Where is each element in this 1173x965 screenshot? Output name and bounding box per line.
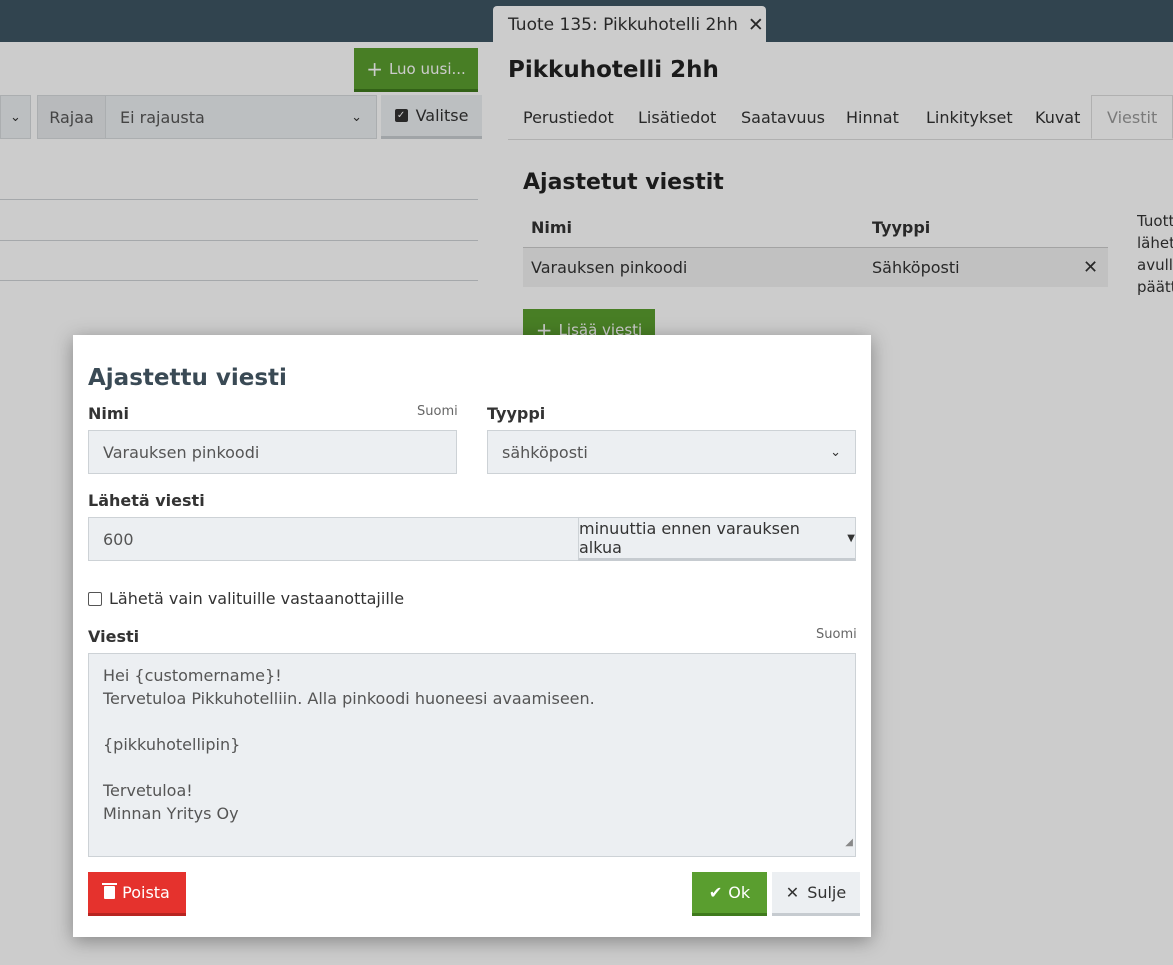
caret-down-icon: ▼ [847,532,855,544]
time-unit-dropdown[interactable]: minuuttia ennen varauksen alkua ▼ [578,517,856,561]
recipients-checkbox[interactable] [88,591,102,606]
scheduled-message-dialog: Ajastettu viesti Nimi Suomi Varauksen pi… [73,335,871,937]
dialog-title: Ajastettu viesti [88,365,287,391]
ok-button[interactable]: ✔ Ok [692,872,767,916]
send-time-input[interactable]: 600 [88,517,579,561]
send-label: Lähetä viesti [88,491,205,510]
close-button[interactable]: ✕ Sulje [772,872,860,916]
resize-handle-icon[interactable]: ◢ [845,831,853,854]
message-label: Viesti [88,627,140,646]
message-textarea[interactable]: Hei {customername}! Tervetuloa Pikkuhote… [88,653,856,857]
message-language-link[interactable]: Suomi [816,627,857,642]
close-icon: ✕ [785,883,800,902]
type-select[interactable]: sähköposti ⌄ [487,430,856,474]
delete-button[interactable]: Poista [88,872,186,916]
name-language-link[interactable]: Suomi [417,404,458,419]
name-input[interactable]: Varauksen pinkoodi [88,430,457,474]
check-icon: ✔ [708,883,723,902]
name-label: Nimi [88,404,130,423]
trash-icon [102,883,118,899]
chevron-down-icon: ⌄ [830,444,841,460]
type-label: Tyyppi [487,404,546,423]
recipients-checkbox-row[interactable]: Lähetä vain valituille vastaanottajille [88,589,404,608]
